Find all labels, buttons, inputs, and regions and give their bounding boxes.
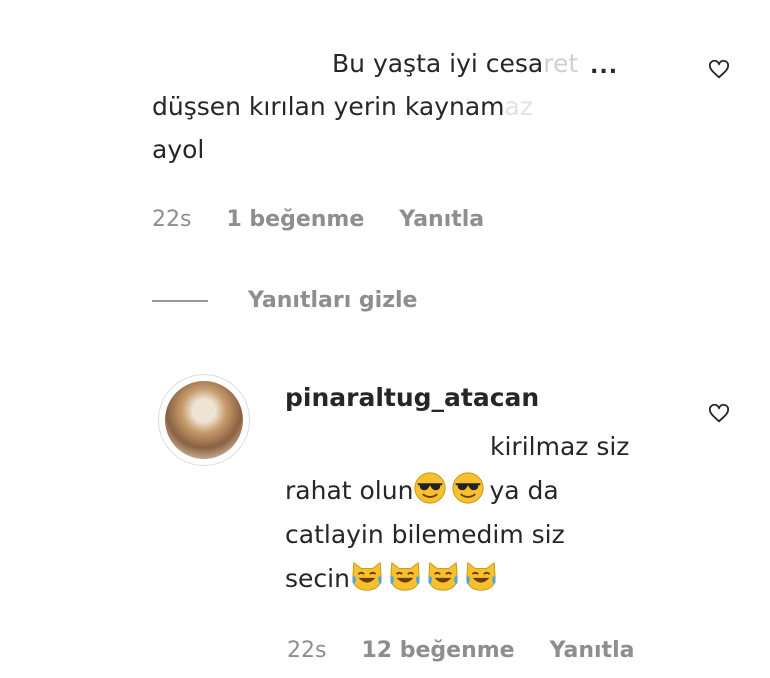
comments-panel: Bu yaşta iyi cesaret düşsen kırılan yeri… bbox=[0, 0, 770, 678]
comment-meta: 22s 1 beğenme Yanıtla bbox=[152, 207, 512, 232]
comment-line: Bu yaşta iyi cesaret bbox=[332, 49, 579, 78]
cat-tears-of-joy-icon bbox=[428, 561, 458, 591]
comment-line: ayol bbox=[152, 135, 205, 164]
comment-time: 22s bbox=[152, 207, 192, 232]
reply-line: secin bbox=[285, 557, 665, 601]
reply-line: catlayin bilemedim siz bbox=[285, 520, 565, 549]
cat-tears-of-joy-icon bbox=[390, 561, 420, 591]
heart-icon[interactable] bbox=[708, 58, 730, 80]
reply-meta: 22s 12 beğenme Yanıtla bbox=[287, 638, 662, 663]
comment-line: düşsen kırılan yerin kaynamaz bbox=[152, 92, 533, 121]
sunglasses-face-icon bbox=[414, 472, 447, 504]
username[interactable]: pinaraltug_atacan bbox=[285, 383, 539, 412]
reply-button[interactable]: Yanıtla bbox=[399, 207, 484, 232]
reply-line: rahat olun ya da bbox=[285, 469, 665, 513]
sunglasses-face-icon bbox=[452, 472, 485, 504]
reply-button[interactable]: Yanıtla bbox=[550, 638, 635, 663]
heart-icon[interactable] bbox=[708, 402, 730, 424]
cat-tears-of-joy-icon bbox=[466, 561, 496, 591]
reply-text: kirilmaz siz rahat olun ya da catlayin bi… bbox=[285, 425, 665, 601]
hide-replies-label: Yanıtları gizle bbox=[248, 288, 418, 313]
cat-tears-of-joy-icon bbox=[352, 561, 382, 591]
comment-text: Bu yaşta iyi cesaret düşsen kırılan yeri… bbox=[152, 42, 622, 171]
more-button[interactable]: ... bbox=[590, 54, 618, 79]
reply-time: 22s bbox=[287, 638, 327, 663]
avatar[interactable] bbox=[158, 374, 250, 466]
likes-count[interactable]: 12 beğenme bbox=[361, 638, 514, 663]
reply-line: kirilmaz siz bbox=[490, 432, 630, 461]
divider-line bbox=[152, 299, 208, 302]
avatar-image bbox=[165, 381, 243, 459]
hide-replies-button[interactable]: Yanıtları gizle bbox=[152, 288, 417, 313]
likes-count[interactable]: 1 beğenme bbox=[226, 207, 364, 232]
